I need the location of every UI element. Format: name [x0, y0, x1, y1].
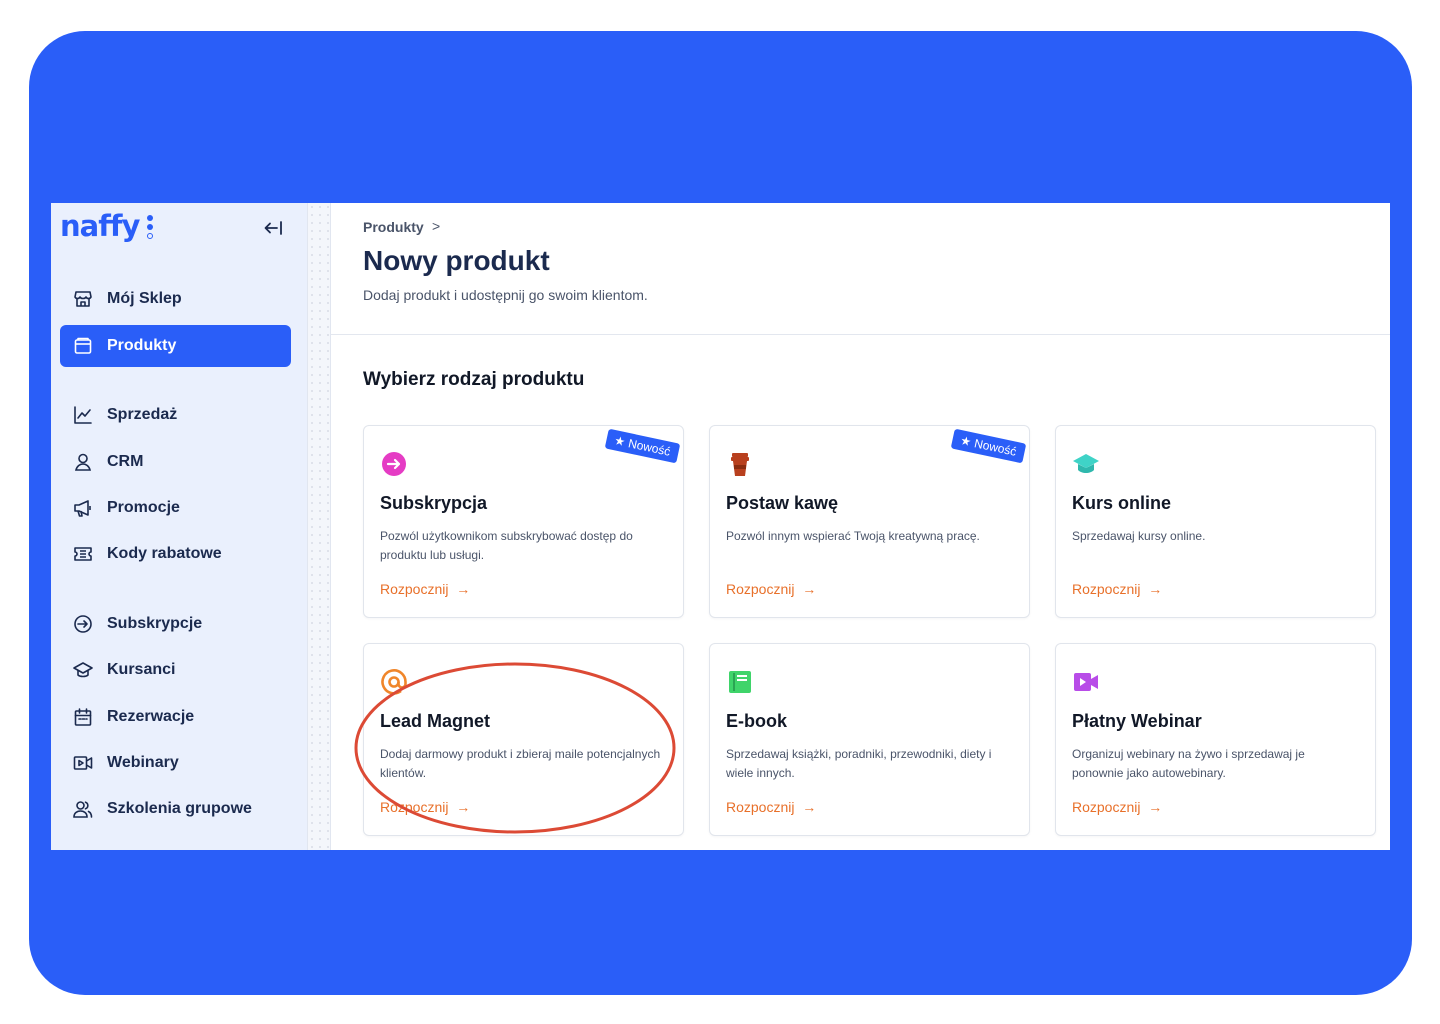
card-title: E-book	[726, 711, 787, 731]
sidebar-item-label: Subskrypcje	[107, 615, 203, 632]
start-link[interactable]: Rozpocznij →	[380, 799, 470, 815]
card-description: Organizuj webinary na żywo i sprzedawaj …	[1072, 747, 1305, 780]
sidebar-item-kursanci[interactable]: Kursanci	[60, 649, 291, 691]
ticket-icon	[73, 544, 93, 564]
sidebar-item-kody-rabatowe[interactable]: Kody rabatowe	[60, 533, 291, 575]
user-icon	[73, 452, 93, 472]
product-card-postaw-kawe[interactable]: ★ Nowość Postaw kawę Pozwól innym wspier…	[709, 425, 1030, 618]
sidebar-item-subskrypcje[interactable]: Subskrypcje	[60, 603, 291, 645]
breadcrumb-separator: >	[432, 218, 441, 234]
sidebar-item-sprzedaz[interactable]: Sprzedaż	[60, 394, 291, 436]
page-subtitle: Dodaj produkt i udostępnij go swoim klie…	[363, 287, 648, 303]
folder-icon	[73, 336, 93, 356]
card-description: Dodaj darmowy produkt i zbieraj maile po…	[380, 747, 661, 780]
sidebar: naffy Mój Sklep Produkty Sprzedaż CRM Pr…	[51, 203, 307, 850]
sidebar-item-label: Sprzedaż	[107, 406, 178, 423]
card-description: Pozwól innym wspierać Twoją kreatywną pr…	[726, 529, 980, 543]
breadcrumb[interactable]: Produkty	[363, 219, 424, 235]
sidebar-item-rezerwacje[interactable]: Rezerwacje	[60, 696, 291, 738]
card-title: Kurs online	[1072, 493, 1172, 513]
collapse-sidebar-icon[interactable]	[262, 217, 284, 239]
chart-line-icon	[73, 405, 93, 425]
card-description: Sprzedawaj kursy online.	[1072, 529, 1206, 543]
header-divider	[331, 334, 1390, 335]
start-link[interactable]: Rozpocznij →	[1072, 799, 1162, 815]
section-title: Wybierz rodzaj produktu	[363, 369, 585, 390]
start-link[interactable]: Rozpocznij →	[726, 799, 816, 815]
sidebar-item-label: Webinary	[107, 754, 179, 771]
users-icon	[73, 799, 93, 819]
sidebar-item-label: CRM	[107, 453, 144, 470]
subscription-arrow-icon	[380, 450, 408, 478]
sidebar-item-promocje[interactable]: Promocje	[60, 487, 291, 529]
logo-dots	[147, 215, 155, 241]
sidebar-item-label: Szkolenia grupowe	[107, 800, 252, 817]
at-sign-icon	[380, 668, 408, 696]
logo: naffy	[60, 209, 140, 243]
book-icon	[726, 668, 754, 696]
page-title: Nowy produkt	[363, 245, 550, 276]
card-title: Subskrypcja	[380, 493, 488, 513]
sidebar-item-label: Produkty	[107, 337, 177, 354]
start-link[interactable]: Rozpocznij →	[380, 581, 470, 597]
sidebar-item-moj-sklep[interactable]: Mój Sklep	[60, 278, 291, 320]
sidebar-item-label: Kody rabatowe	[107, 545, 222, 562]
card-title: Postaw kawę	[726, 493, 839, 513]
sidebar-item-label: Rezerwacje	[107, 708, 195, 725]
start-link[interactable]: Rozpocznij →	[1072, 581, 1162, 597]
main-content: Produkty > Nowy produkt Dodaj produkt i …	[331, 203, 1390, 850]
sidebar-divider	[307, 203, 331, 850]
sidebar-item-produkty[interactable]: Produkty	[60, 325, 291, 367]
new-badge: ★ Nowość	[604, 428, 681, 464]
sidebar-item-crm[interactable]: CRM	[60, 441, 291, 483]
subscription-icon	[73, 614, 93, 634]
megaphone-icon	[73, 498, 93, 518]
card-title: Lead Magnet	[380, 711, 491, 731]
sidebar-item-label: Kursanci	[107, 661, 176, 678]
video-icon	[73, 753, 93, 773]
store-icon	[73, 289, 93, 309]
product-card-subskrypcja[interactable]: ★ Nowość Subskrypcja Pozwól użytkownikom…	[363, 425, 684, 618]
product-card-platny-webinar[interactable]: Płatny Webinar Organizuj webinary na żyw…	[1055, 643, 1376, 836]
video-camera-icon	[1072, 668, 1100, 696]
product-card-kurs-online[interactable]: Kurs online Sprzedawaj kursy online. Roz…	[1055, 425, 1376, 618]
graduation-cap-icon	[1072, 450, 1100, 478]
sidebar-item-webinary[interactable]: Webinary	[60, 742, 291, 784]
sidebar-item-szkolenia-grupowe[interactable]: Szkolenia grupowe	[60, 788, 291, 830]
calendar-icon	[73, 707, 93, 727]
sidebar-item-label: Mój Sklep	[107, 290, 182, 307]
card-title: Płatny Webinar	[1072, 711, 1202, 731]
new-badge: ★ Nowość	[950, 428, 1027, 464]
app-window: naffy Mój Sklep Produkty Sprzedaż CRM Pr…	[51, 203, 1390, 850]
sidebar-item-label: Promocje	[107, 499, 180, 516]
card-description: Sprzedawaj książki, poradniki, przewodni…	[726, 747, 992, 780]
product-card-lead-magnet[interactable]: Lead Magnet Dodaj darmowy produkt i zbie…	[363, 643, 684, 836]
card-description: Pozwól użytkownikom subskrybować dostęp …	[380, 529, 633, 562]
product-card-e-book[interactable]: E-book Sprzedawaj książki, poradniki, pr…	[709, 643, 1030, 836]
graduation-cap-icon	[73, 660, 93, 680]
coffee-cup-icon	[726, 450, 754, 478]
start-link[interactable]: Rozpocznij →	[726, 581, 816, 597]
